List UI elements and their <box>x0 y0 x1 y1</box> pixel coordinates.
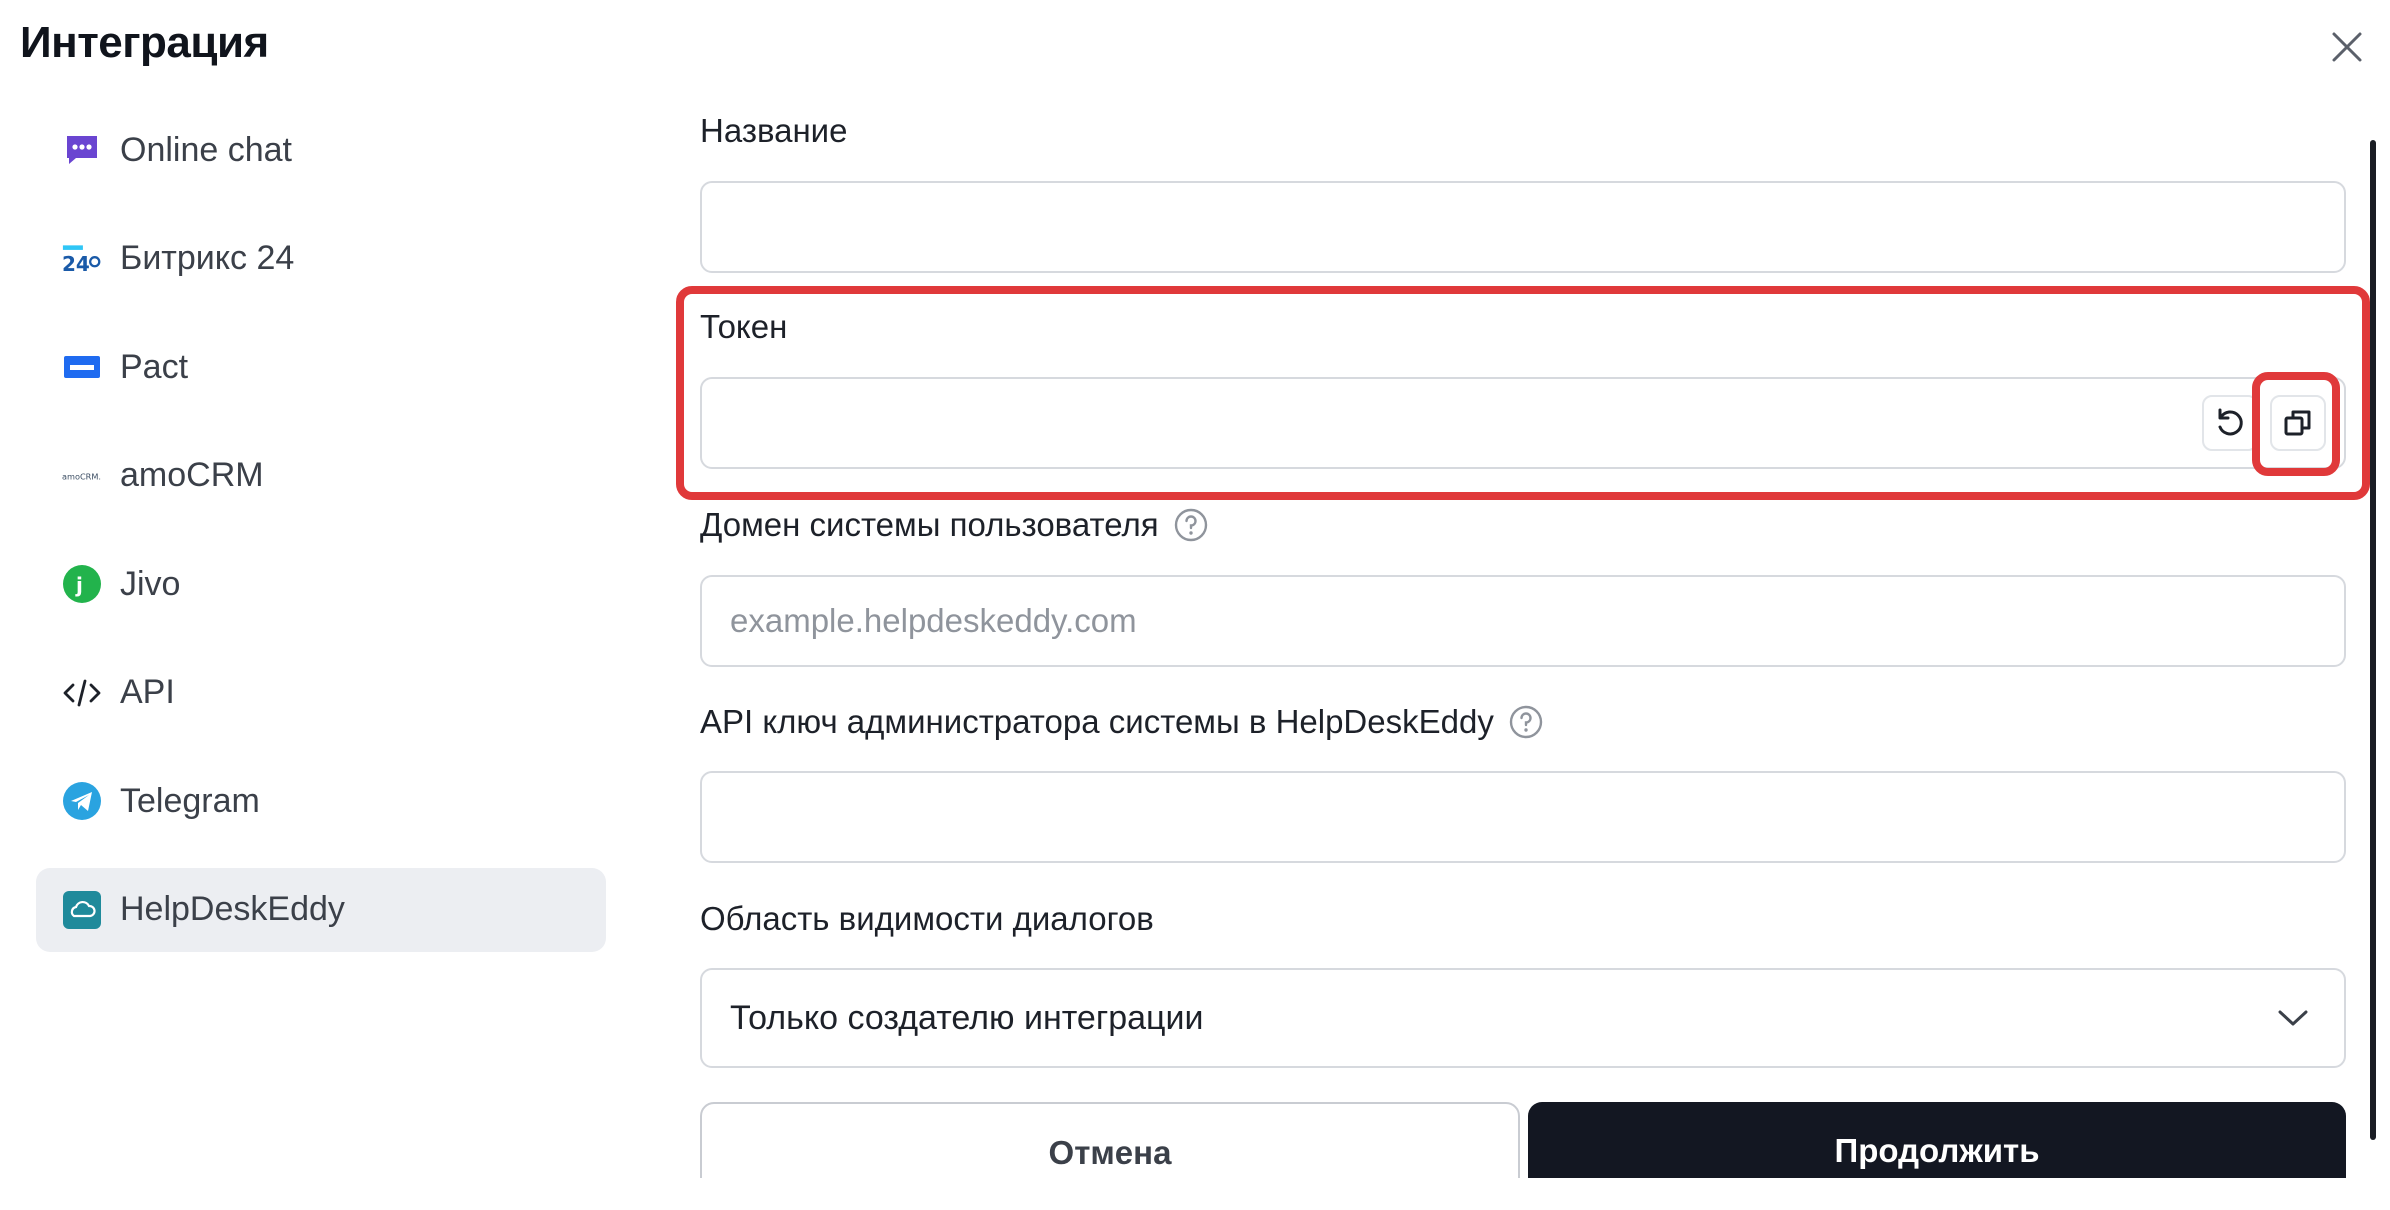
domain-label: Домен системы пользователя <box>700 506 1209 544</box>
sidebar-item-telegram[interactable]: Telegram <box>36 759 606 843</box>
sidebar-item-label: amoCRM <box>120 456 264 494</box>
helpdeskeddy-cloud-icon <box>62 890 102 930</box>
refresh-icon <box>2218 408 2243 436</box>
help-icon[interactable] <box>1508 704 1544 740</box>
sidebar-item-amocrm[interactable]: amoCRM. amoCRM <box>36 434 606 518</box>
visibility-select[interactable]: Только создателю интеграции <box>700 968 2346 1068</box>
sidebar-item-label: HelpDeskEddy <box>120 890 345 928</box>
domain-input[interactable]: example.helpdeskeddy.com <box>700 575 2346 667</box>
help-icon[interactable] <box>1173 507 1209 543</box>
sidebar-item-jivo[interactable]: j Jivo <box>36 542 606 626</box>
name-input[interactable] <box>700 181 2346 273</box>
svg-text:24: 24 <box>62 251 90 275</box>
token-actions <box>2202 395 2326 451</box>
content-clip <box>0 1178 2390 1210</box>
sidebar-item-label: Online chat <box>120 130 292 169</box>
api-key-label: API ключ администратора системы в HelpDe… <box>700 703 1544 741</box>
visibility-select-value: Только создателю интеграции <box>730 998 1204 1037</box>
chat-bubble-icon <box>62 130 102 170</box>
sidebar-item-helpdeskeddy[interactable]: HelpDeskEddy <box>36 867 606 952</box>
domain-label-text: Домен системы пользователя <box>700 506 1159 543</box>
svg-text:j: j <box>75 573 83 597</box>
name-label: Название <box>700 112 848 149</box>
jivo-logo-icon: j <box>62 564 102 604</box>
token-label: Токен <box>700 308 788 345</box>
sidebar-item-online-chat[interactable]: Online chat <box>36 108 606 192</box>
code-icon <box>62 673 102 713</box>
api-key-input[interactable] <box>700 771 2346 863</box>
svg-text:amoCRM.: amoCRM. <box>62 471 101 481</box>
dialog-title: Интеграция <box>20 18 269 67</box>
sidebar-item-label: Pact <box>120 347 189 386</box>
integration-dialog: Интеграция Online chat 24 Битрикс 24 Pac… <box>0 0 2390 1210</box>
close-icon <box>2332 32 2362 62</box>
sidebar-item-pact[interactable]: Pact <box>36 325 606 409</box>
copy-token-button[interactable] <box>2270 395 2326 451</box>
sidebar-item-api[interactable]: API <box>36 651 606 735</box>
visibility-label: Область видимости диалогов <box>700 900 1154 937</box>
pact-logo-icon <box>62 347 102 387</box>
close-button[interactable] <box>2322 22 2372 72</box>
sidebar-item-label: Telegram <box>120 781 260 820</box>
regenerate-token-button[interactable] <box>2202 395 2258 451</box>
telegram-icon <box>62 781 102 821</box>
domain-input-placeholder: example.helpdeskeddy.com <box>730 602 1137 639</box>
bitrix24-logo-icon: 24 <box>62 239 102 279</box>
sidebar-item-bitrix24[interactable]: 24 Битрикс 24 <box>36 217 606 301</box>
sidebar-item-label: API <box>120 673 175 711</box>
sidebar-item-label: Jivo <box>120 564 181 603</box>
token-input[interactable] <box>700 377 2346 469</box>
copy-icon <box>2284 410 2311 436</box>
integration-sidebar: Online chat 24 Битрикс 24 Pact amoCRM. a… <box>36 108 606 976</box>
api-key-label-text: API ключ администратора системы в HelpDe… <box>700 703 1494 740</box>
amocrm-logo-icon: amoCRM. <box>62 456 102 496</box>
scrollbar[interactable] <box>2370 140 2376 1140</box>
chevron-down-icon <box>2278 1010 2308 1026</box>
sidebar-item-label: Битрикс 24 <box>120 239 295 277</box>
